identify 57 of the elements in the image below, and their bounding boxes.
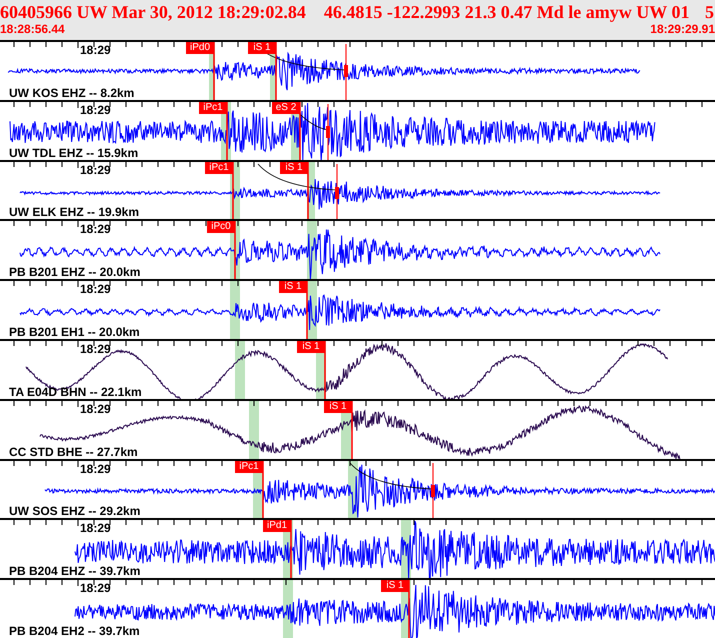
pick-label[interactable]: iPc0: [207, 221, 235, 234]
pick-label[interactable]: iPd0: [186, 42, 214, 54]
time-label: 18:29: [80, 402, 111, 416]
station-label: PB B204 EHZ -- 39.7km: [9, 564, 140, 578]
time-label: 18:29: [80, 581, 111, 596]
pick-line: [299, 102, 301, 160]
time-label: 18:29: [80, 43, 111, 57]
station-label: UW KOS EHZ -- 8.2km: [9, 86, 134, 100]
pick-label[interactable]: iPd1: [263, 520, 291, 532]
pick-line: [351, 400, 353, 459]
pick-line: [234, 221, 236, 280]
station-label: UW SOS EHZ -- 29.2km: [9, 504, 140, 518]
pick-label[interactable]: iPc1: [235, 460, 263, 473]
station-label: UW ELK EHZ -- 19.9km: [9, 205, 140, 220]
time-label: 18:29: [80, 462, 111, 476]
pick-label[interactable]: iPc1: [199, 102, 227, 114]
station-label: CC STD BHE -- 27.7km: [9, 444, 138, 459]
station-label: TA E04D BHN -- 22.1km: [9, 384, 142, 399]
station-label: UW TDL EHZ -- 15.9km: [9, 146, 138, 160]
pick-window: [235, 340, 245, 399]
pick-line: [408, 580, 410, 638]
pick-label[interactable]: iS 1: [297, 340, 325, 353]
amplitude-marker: [431, 462, 435, 518]
pick-label[interactable]: iS 1: [280, 162, 308, 174]
time-label: 18:29: [80, 222, 111, 236]
pick-label[interactable]: iPc1: [205, 162, 233, 174]
amplitude-marker: [326, 103, 330, 160]
pick-label[interactable]: iS 1: [248, 42, 276, 54]
end-time: 18:29:29.91: [650, 22, 715, 36]
station-label: PB B204 EH2 -- 39.7km: [9, 624, 140, 638]
time-label: 18:29: [80, 342, 111, 356]
station-label: PB B201 EH1 -- 20.0km: [9, 324, 140, 339]
amplitude-marker: [335, 163, 339, 220]
pick-label[interactable]: iS 1: [324, 400, 352, 413]
pick-line: [306, 281, 308, 339]
event-code: 5: [705, 2, 715, 22]
pick-line: [290, 520, 292, 578]
pick-label[interactable]: iS 1: [279, 281, 307, 294]
pick-line: [232, 162, 234, 220]
pick-label[interactable]: eS 2: [272, 102, 300, 114]
pick-window: [249, 400, 259, 459]
time-label: 18:29: [80, 102, 111, 117]
station-label: PB B201 EHZ -- 20.0km: [9, 265, 140, 280]
pick-window: [230, 281, 240, 339]
pick-line: [307, 162, 309, 220]
pick-line: [226, 102, 228, 160]
pick-line: [275, 42, 277, 100]
event-title: 60405966 UW Mar 30, 2012 18:29:02.84 46.4815 -122.2993 21.3 0.47 Md le amyw UW 01: [0, 2, 690, 22]
start-time: 18:28:56.44: [0, 22, 65, 36]
pick-line: [213, 42, 215, 100]
time-label: 18:29: [80, 162, 111, 177]
pick-line: [262, 460, 264, 518]
time-label: 18:29: [80, 282, 111, 296]
time-label: 18:29: [80, 521, 111, 536]
pick-label[interactable]: iS 1: [381, 580, 409, 592]
pick-line: [324, 340, 326, 399]
amplitude-marker: [344, 44, 348, 100]
